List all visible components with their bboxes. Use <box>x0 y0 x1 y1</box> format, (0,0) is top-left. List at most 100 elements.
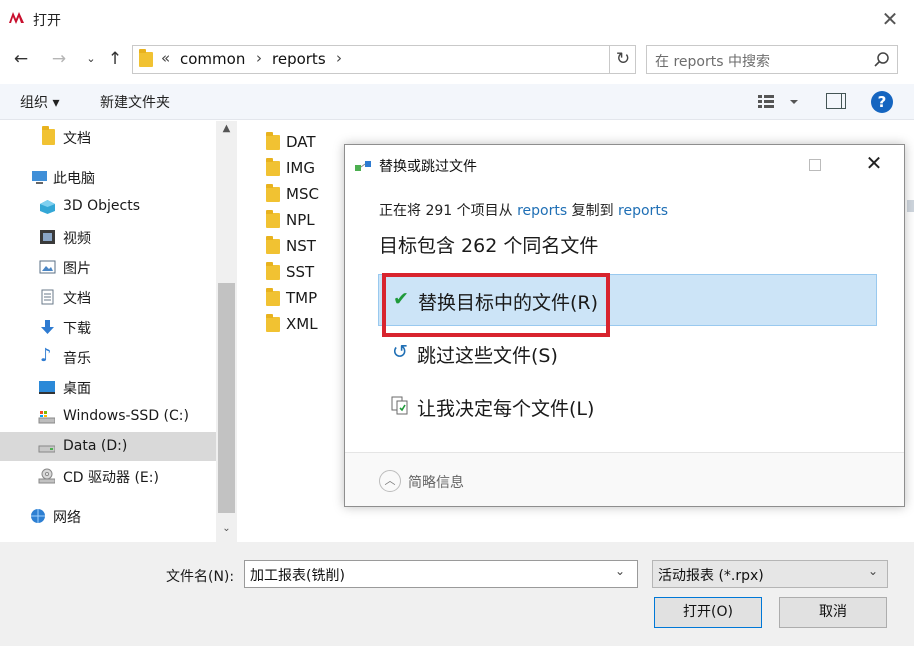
sidebar-item-data-drive[interactable]: Data (D:) <box>0 432 216 461</box>
sidebar-item-label: 音乐 <box>63 351 91 367</box>
list-item[interactable]: MSC <box>264 183 344 207</box>
cancel-button[interactable]: 取消 <box>779 597 887 628</box>
nav-pane-scrollbar[interactable]: ▲ ⌄ <box>216 121 237 542</box>
scrollbar-thumb[interactable] <box>218 283 235 513</box>
sidebar-item-this-pc[interactable]: 此电脑 <box>0 163 216 191</box>
breadcrumb-separator-icon[interactable]: › <box>256 49 262 67</box>
breadcrumb-separator-icon[interactable]: › <box>336 49 342 67</box>
preview-pane-icon[interactable] <box>826 93 846 109</box>
sidebar-item-label: 文档 <box>63 291 91 307</box>
folder-icon <box>266 236 280 254</box>
scroll-up-icon[interactable]: ▲ <box>216 123 237 134</box>
source-folder-link[interactable]: reports <box>517 203 567 219</box>
dialog-footer: ︿ 简略信息 <box>345 453 904 506</box>
document-icon <box>41 289 54 305</box>
window-title: 打开 <box>33 13 61 29</box>
chevron-down-icon[interactable]: ⌄ <box>615 564 625 578</box>
sidebar-item-desktop[interactable]: 桌面 <box>0 373 216 401</box>
folder-icon <box>266 262 280 280</box>
sidebar-item-videos[interactable]: 视频 <box>0 223 216 251</box>
chevron-up-icon[interactable]: ︿ <box>379 470 401 492</box>
file-name: IMG <box>286 159 315 177</box>
filetype-select[interactable]: 活动报表 (*.rpx) ⌄ <box>652 560 888 588</box>
address-bar[interactable]: « common › reports › ⌄ <box>132 45 734 74</box>
list-item[interactable]: TMP <box>264 287 344 311</box>
file-name: SST <box>286 263 315 281</box>
title-bar: 打开 ✕ <box>0 0 914 38</box>
up-arrow-icon[interactable]: ↑ <box>104 46 126 72</box>
music-icon: ♪ <box>40 345 52 366</box>
close-icon[interactable]: ✕ <box>872 4 908 34</box>
command-toolbar: 组织 ▾ 新建文件夹 ? <box>0 84 914 120</box>
forward-arrow-icon[interactable]: → <box>48 46 70 72</box>
decide-icon <box>391 396 408 415</box>
picture-icon <box>39 260 56 274</box>
video-icon <box>40 230 55 244</box>
sidebar-item-documents[interactable]: 文档 <box>0 283 216 311</box>
folder-icon <box>266 288 280 306</box>
help-icon[interactable]: ? <box>871 91 893 113</box>
decide-each-file-option[interactable]: 让我决定每个文件(L) <box>378 381 877 433</box>
list-item[interactable]: NST <box>264 235 344 259</box>
list-item[interactable]: IMG <box>264 157 344 181</box>
list-item[interactable]: NPL <box>264 209 344 233</box>
file-name: TMP <box>286 289 318 307</box>
recent-locations-chevron-icon[interactable]: ⌄ <box>80 46 102 72</box>
sidebar-item-documents-pinned[interactable]: 文档 <box>0 123 216 151</box>
list-item[interactable]: DAT <box>264 131 344 155</box>
breadcrumb-overflow[interactable]: « <box>161 49 170 67</box>
filename-input[interactable]: 加工报表(铣削) ⌄ <box>244 560 638 588</box>
new-folder-button[interactable]: 新建文件夹 <box>100 92 170 112</box>
sidebar-item-downloads[interactable]: 下载 <box>0 313 216 341</box>
sidebar-item-label: 3D Objects <box>63 198 141 214</box>
list-item[interactable]: SST <box>264 261 344 285</box>
list-item[interactable]: XML <box>264 313 344 337</box>
destination-folder-link[interactable]: reports <box>618 203 668 219</box>
dialog-title: 替换或跳过文件 <box>379 159 477 175</box>
open-file-window: 打开 ✕ ← → ⌄ ↑ « common › reports › ⌄ ↻ 在 … <box>0 0 914 646</box>
organize-button[interactable]: 组织 ▾ <box>20 92 59 112</box>
breadcrumb-reports[interactable]: reports <box>272 50 326 68</box>
option-label: 跳过这些文件(S) <box>417 345 558 367</box>
back-arrow-icon[interactable]: ← <box>10 46 32 72</box>
search-icon[interactable] <box>873 50 891 70</box>
chevron-down-icon[interactable]: ⌄ <box>868 564 878 578</box>
copy-info-prefix: 正在将 291 个项目从 <box>379 203 518 219</box>
sidebar-item-network[interactable]: 网络 <box>0 502 216 530</box>
cube-icon <box>40 200 55 214</box>
file-name: DAT <box>286 133 316 151</box>
close-icon[interactable]: ✕ <box>863 151 885 175</box>
computer-icon <box>32 171 47 184</box>
sidebar-item-label: 文档 <box>63 131 91 147</box>
file-dialog-footer: 文件名(N): 加工报表(铣削) ⌄ 活动报表 (*.rpx) ⌄ 打开(O) … <box>0 542 914 646</box>
refresh-icon[interactable]: ↻ <box>609 45 636 74</box>
file-name: NST <box>286 237 316 255</box>
sidebar-item-3d-objects[interactable]: 3D Objects <box>0 193 216 221</box>
folder-icon <box>266 210 280 228</box>
view-options-icon[interactable] <box>756 91 798 113</box>
cd-drive-icon <box>38 468 55 484</box>
sidebar-item-music[interactable]: ♪ 音乐 <box>0 343 216 371</box>
sidebar-item-cd-drive[interactable]: CD 驱动器 (E:) <box>0 462 216 490</box>
drive-icon <box>38 445 55 453</box>
maximize-icon[interactable] <box>809 159 821 171</box>
replace-or-skip-dialog: 替换或跳过文件 ✕ 正在将 291 个项目从 reports 复制到 repor… <box>344 144 905 507</box>
fewer-details-toggle[interactable]: 简略信息 <box>408 472 464 492</box>
sidebar-item-label: 桌面 <box>63 381 91 397</box>
search-input[interactable]: 在 reports 中搜索 <box>646 45 898 74</box>
filetype-value: 活动报表 (*.rpx) <box>658 568 764 584</box>
sidebar-item-label: 视频 <box>63 231 91 247</box>
folder-icon <box>42 126 55 145</box>
sidebar-item-pictures[interactable]: 图片 <box>0 253 216 281</box>
folder-icon <box>266 158 280 176</box>
scroll-down-icon[interactable]: ⌄ <box>216 523 237 534</box>
conflict-heading: 目标包含 262 个同名文件 <box>379 235 599 257</box>
breadcrumb-common[interactable]: common <box>180 50 245 68</box>
open-button[interactable]: 打开(O) <box>654 597 762 628</box>
filename-value: 加工报表(铣削) <box>250 568 345 584</box>
filename-label: 文件名(N): <box>166 569 235 585</box>
folder-icon <box>266 132 280 150</box>
sidebar-item-windows-ssd[interactable]: Windows-SSD (C:) <box>0 403 216 431</box>
folder-icon <box>139 49 153 67</box>
folder-icon <box>266 314 280 332</box>
